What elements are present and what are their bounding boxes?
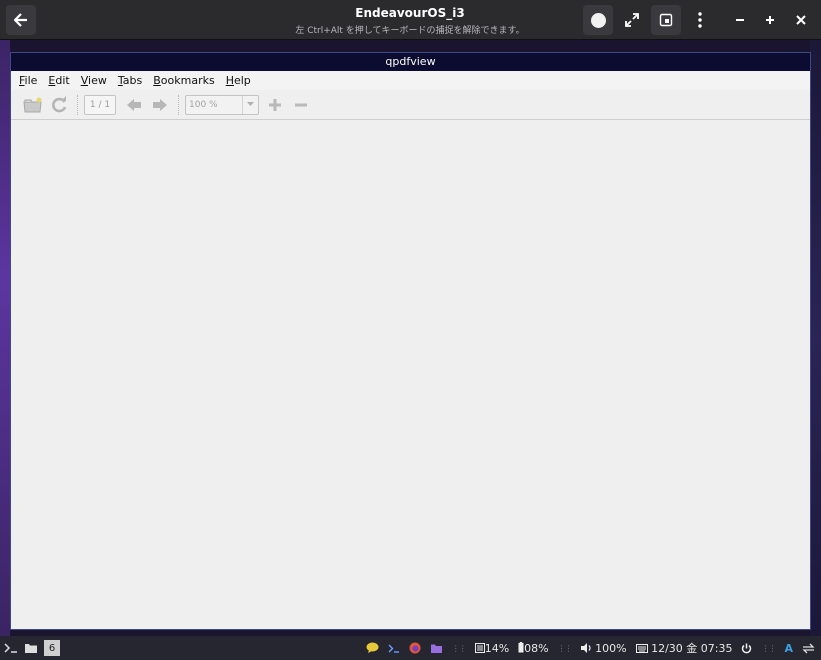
maximize-button[interactable] [755, 5, 785, 35]
volume-icon [580, 642, 591, 653]
menu-file[interactable]: File [19, 74, 37, 87]
close-button[interactable] [786, 5, 816, 35]
open-folder-icon [23, 97, 42, 112]
vm-subtitle: 左 Ctrl+Alt を押してキーボードの捕捉を解除できます。 [295, 26, 525, 36]
desktop-edge-right [810, 40, 821, 636]
open-button[interactable] [23, 95, 43, 115]
minus-icon [295, 103, 307, 106]
toolbar-separator [178, 94, 182, 115]
arrow-left-icon [127, 98, 141, 111]
previous-page-button[interactable] [124, 95, 144, 115]
minimize-button[interactable] [725, 5, 755, 35]
page-number-input[interactable]: 1 / 1 [84, 94, 116, 115]
zoom-value: 100 % [189, 99, 218, 110]
clock: 12/30 金 07:35 [635, 640, 732, 656]
kebab-menu-icon [698, 12, 702, 28]
chat-icon[interactable] [366, 642, 379, 654]
i3-status-bar: 6 ⋮⋮ 14% 08% ⋮⋮ 100% 12/30 金 07:35 ⋮⋮ A [0, 636, 821, 660]
record-button[interactable] [583, 5, 613, 35]
menu-bookmarks[interactable]: Bookmarks [153, 74, 214, 87]
main-toolbar: 1 / 1 100 % [11, 90, 810, 120]
desktop-edge-left [0, 40, 10, 636]
zoom-select[interactable]: 100 % [185, 94, 259, 115]
vm-title: EndeavourOS_i3 [355, 6, 465, 20]
refresh-button[interactable] [49, 95, 69, 115]
toolbar-separator [77, 94, 81, 115]
menu-help[interactable]: Help [226, 74, 251, 87]
menu-button[interactable] [685, 5, 715, 35]
network-icon[interactable] [802, 643, 815, 654]
screenshot-button[interactable] [651, 5, 681, 35]
folder-icon[interactable] [24, 642, 38, 654]
chevron-down-icon [242, 95, 258, 114]
close-icon [796, 15, 806, 25]
fullscreen-button[interactable] [617, 5, 647, 35]
window-icon [659, 13, 673, 27]
separator-dots: ⋮⋮ [557, 643, 573, 653]
separator-dots: ⋮⋮ [761, 643, 776, 653]
power-icon[interactable] [741, 643, 752, 654]
volume-indicator[interactable]: 100% [580, 642, 627, 655]
minus-icon [736, 19, 744, 21]
menu-view[interactable]: View [81, 74, 107, 87]
folder-icon[interactable] [430, 643, 443, 654]
workspace-indicator[interactable]: 6 [44, 640, 60, 656]
terminal-icon[interactable] [388, 643, 400, 654]
terminal-icon[interactable] [4, 642, 18, 654]
menu-bar: File Edit View Tabs Bookmarks Help [11, 71, 810, 90]
zoom-out-button[interactable] [291, 95, 311, 115]
arrow-left-icon [14, 13, 27, 27]
memory-indicator: 14% [474, 642, 509, 655]
vm-header-bar: EndeavourOS_i3 左 Ctrl+Alt を押してキーボードの捕捉を解… [0, 0, 821, 40]
separator-dots: ⋮⋮ [451, 643, 467, 653]
zoom-in-button[interactable] [265, 95, 285, 115]
circle-icon [590, 12, 606, 28]
menu-tabs[interactable]: Tabs [118, 74, 142, 87]
window-title: qpdfview [11, 53, 810, 71]
plus-icon [269, 98, 281, 111]
qpdfview-window: qpdfview File Edit View Tabs Bookmarks H… [10, 52, 811, 630]
input-method-indicator[interactable]: A [784, 642, 793, 655]
plus-icon [766, 16, 774, 24]
menu-edit[interactable]: Edit [48, 74, 69, 87]
battery-indicator: 08% [518, 641, 549, 655]
back-button[interactable] [6, 5, 36, 35]
expand-icon [625, 13, 639, 27]
arrow-right-icon [153, 98, 167, 111]
document-view[interactable] [11, 120, 810, 629]
memory-icon [474, 642, 485, 653]
firefox-icon[interactable] [409, 642, 421, 654]
refresh-icon [52, 95, 67, 112]
keyboard-icon [635, 644, 648, 653]
next-page-button[interactable] [150, 95, 170, 115]
